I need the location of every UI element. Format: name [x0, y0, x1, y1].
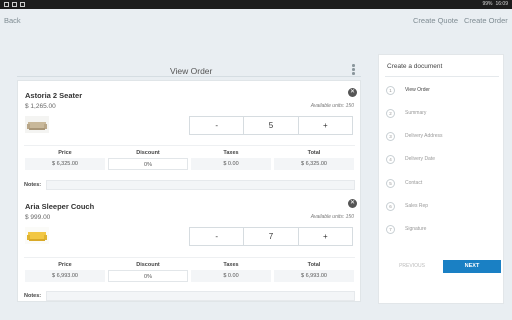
divider — [17, 76, 361, 77]
step-label: View Order — [405, 87, 430, 93]
notification-icon — [20, 2, 25, 7]
step-label: Summary — [405, 110, 427, 116]
price-header: Price — [58, 262, 72, 268]
back-button[interactable]: Back — [4, 16, 21, 25]
item-totals-grid: Price Discount Taxes Total $ 6,993.00 0%… — [24, 257, 355, 288]
quantity-stepper: - 7 + — [189, 227, 353, 246]
total-header: Total — [307, 262, 321, 268]
sofa-thumbnail — [25, 227, 49, 244]
total-value: $ 6,325.00 — [274, 158, 354, 170]
step-delivery-date[interactable]: 4 Delivery Date — [386, 154, 435, 164]
step-number: 5 — [386, 178, 395, 188]
divider — [385, 76, 499, 77]
notes-row: Notes: — [24, 291, 355, 302]
step-label: Contact — [405, 180, 423, 186]
status-bar: 99% 16:09 — [0, 0, 512, 9]
quantity-value[interactable]: 5 — [243, 117, 299, 134]
notes-label: Notes: — [24, 182, 42, 188]
taxes-value: $ 0.00 — [191, 158, 271, 170]
clock: 16:09 — [495, 1, 508, 7]
price-value: $ 6,993.00 — [25, 270, 105, 282]
create-document-panel: Create a document 1 View Order 2 Summary 3… — [378, 54, 504, 304]
step-summary[interactable]: 2 Summary — [386, 108, 426, 118]
discount-header: Discount — [136, 150, 160, 156]
price-header: Price — [58, 150, 72, 156]
step-signature[interactable]: 7 Signature — [386, 224, 426, 234]
item-name: Aria Sleeper Couch — [25, 202, 95, 211]
step-number: 1 — [386, 85, 395, 95]
taxes-value: $ 0.00 — [191, 270, 271, 282]
notes-input[interactable] — [46, 180, 355, 190]
decrement-button[interactable]: - — [190, 228, 243, 245]
create-order-button[interactable]: Create Order — [464, 16, 508, 25]
remove-item-icon[interactable]: ✕ — [348, 199, 357, 208]
discount-input[interactable]: 0% — [108, 270, 188, 282]
total-header: Total — [307, 150, 321, 156]
step-label: Delivery Date — [405, 156, 436, 162]
step-number: 7 — [386, 224, 395, 234]
step-contact[interactable]: 5 Contact — [386, 178, 422, 188]
step-sales-rep[interactable]: 6 Sales Rep — [386, 201, 428, 211]
item-name: Astoria 2 Seater — [25, 91, 83, 100]
notes-label: Notes: — [24, 293, 42, 299]
order-items-panel: Astoria 2 Seater ✕ $ 1,265.00 Available … — [17, 80, 361, 302]
step-delivery-address[interactable]: 3 Delivery Address — [386, 131, 443, 141]
item-unit-price: $ 999.00 — [25, 214, 51, 221]
previous-button[interactable]: PREVIOUS — [387, 260, 437, 273]
available-units: Available units: 150 — [310, 103, 354, 109]
notes-input[interactable] — [46, 291, 355, 301]
step-number: 3 — [386, 131, 395, 141]
remove-item-icon[interactable]: ✕ — [348, 88, 357, 97]
create-quote-button[interactable]: Create Quote — [413, 16, 458, 25]
panel-title: Create a document — [387, 63, 443, 70]
increment-button[interactable]: + — [299, 117, 352, 134]
quantity-value[interactable]: 7 — [243, 228, 299, 245]
notes-row: Notes: — [24, 180, 355, 191]
price-value: $ 6,325.00 — [25, 158, 105, 170]
step-view-order[interactable]: 1 View Order — [386, 85, 430, 95]
notification-icon — [12, 2, 17, 7]
step-label: Sales Rep — [405, 203, 429, 209]
step-number: 4 — [386, 154, 395, 164]
total-value: $ 6,993.00 — [274, 270, 354, 282]
quantity-stepper: - 5 + — [189, 116, 353, 135]
notification-icon — [4, 2, 9, 7]
item-totals-grid: Price Discount Taxes Total $ 6,325.00 0%… — [24, 145, 355, 176]
taxes-header: Taxes — [223, 150, 239, 156]
status-right: 99% 16:09 — [482, 0, 508, 9]
step-label: Signature — [405, 226, 427, 232]
available-units: Available units: 150 — [310, 214, 354, 220]
page-title: View Order — [170, 66, 213, 76]
item-unit-price: $ 1,265.00 — [25, 103, 56, 110]
step-label: Delivery Address — [405, 133, 443, 139]
sofa-thumbnail — [25, 116, 49, 133]
discount-header: Discount — [136, 262, 160, 268]
battery-level: 99% — [482, 1, 493, 7]
step-number: 6 — [386, 201, 395, 211]
more-options-icon[interactable] — [352, 64, 356, 76]
discount-input[interactable]: 0% — [108, 158, 188, 170]
step-number: 2 — [386, 108, 395, 118]
next-button[interactable]: NEXT — [443, 260, 501, 273]
notification-icons — [4, 0, 25, 9]
taxes-header: Taxes — [223, 262, 239, 268]
increment-button[interactable]: + — [299, 228, 352, 245]
decrement-button[interactable]: - — [190, 117, 243, 134]
